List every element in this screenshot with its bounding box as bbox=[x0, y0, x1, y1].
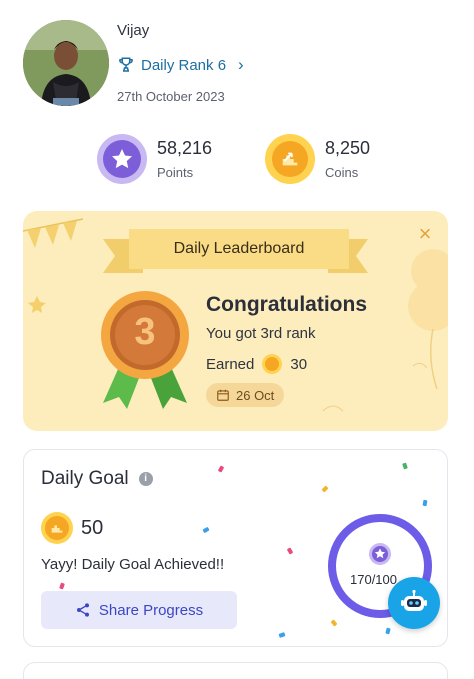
earned-row: Earned 30 bbox=[206, 354, 307, 374]
user-name: Vijay bbox=[117, 22, 150, 39]
close-icon[interactable]: × bbox=[414, 223, 436, 245]
earned-label: Earned bbox=[206, 355, 255, 373]
share-icon bbox=[76, 603, 89, 617]
avatar[interactable] bbox=[23, 20, 109, 106]
trophy-icon bbox=[119, 57, 133, 72]
coins-stat: 8,250 Coins bbox=[265, 134, 370, 184]
points-label: Points bbox=[157, 165, 194, 180]
leaderboard-date: 26 Oct bbox=[236, 387, 275, 403]
share-progress-button[interactable]: Share Progress bbox=[41, 591, 237, 629]
next-card bbox=[23, 662, 448, 679]
goal-coins-value: 50 bbox=[81, 516, 104, 539]
daily-leaderboard-card[interactable]: Daily Leaderboard × 3 Congratulations Yo… bbox=[23, 211, 448, 431]
calendar-icon bbox=[217, 389, 229, 401]
daily-goal-header: Daily Goal i bbox=[41, 468, 153, 490]
avatar-photo bbox=[23, 20, 109, 106]
goal-coins-row: 50 bbox=[41, 512, 103, 544]
profile-date: 27th October 2023 bbox=[117, 89, 225, 104]
congratulations-heading: Congratulations bbox=[206, 293, 367, 316]
coin-badge-icon bbox=[265, 134, 315, 184]
daily-goal-card: Daily Goal i 50 Yayy! Daily Goal Achieve… bbox=[23, 449, 448, 647]
daily-rank-link[interactable]: Daily Rank 6 › bbox=[117, 55, 244, 75]
star-icon bbox=[369, 543, 391, 565]
earned-value: 30 bbox=[290, 355, 308, 373]
points-value: 58,216 bbox=[157, 138, 213, 158]
chatbot-button[interactable] bbox=[388, 577, 440, 629]
info-icon[interactable]: i bbox=[138, 472, 153, 486]
chevron-right-icon: › bbox=[238, 55, 244, 74]
coin-icon bbox=[262, 354, 283, 374]
leaderboard-date-chip: 26 Oct bbox=[206, 383, 285, 407]
medal-number: 3 bbox=[134, 311, 156, 353]
points-stat: 58,216 Points bbox=[97, 134, 212, 184]
daily-rank-label: Daily Rank 6 bbox=[141, 56, 227, 74]
coins-label: Coins bbox=[325, 165, 359, 180]
goal-achieved-message: Yayy! Daily Goal Achieved!! bbox=[41, 556, 225, 573]
coin-badge-icon bbox=[41, 512, 73, 544]
share-progress-label: Share Progress bbox=[98, 601, 204, 619]
star-badge-icon bbox=[97, 134, 147, 184]
daily-goal-title: Daily Goal bbox=[41, 468, 129, 489]
coins-value: 8,250 bbox=[325, 138, 371, 158]
robot-icon bbox=[401, 589, 427, 611]
rank-text: You got 3rd rank bbox=[206, 325, 316, 342]
leaderboard-title: Daily Leaderboard bbox=[129, 229, 349, 269]
